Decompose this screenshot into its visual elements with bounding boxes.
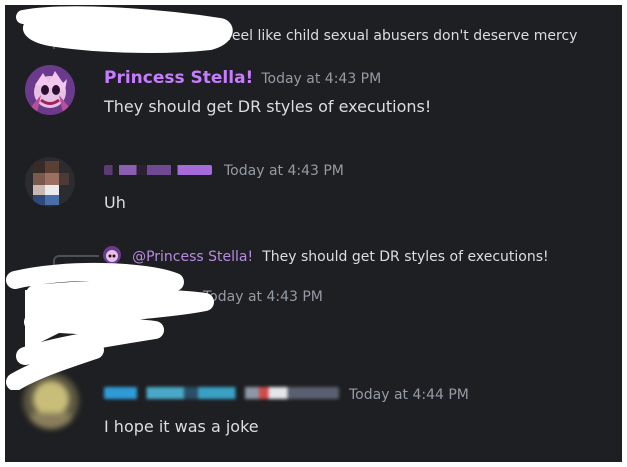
- avatar[interactable]: [25, 65, 75, 115]
- timestamp[interactable]: Today at 4:43 PM: [261, 71, 381, 87]
- pixelated-avatar-icon: [25, 157, 75, 207]
- redaction-scribble-middle: [6, 262, 214, 390]
- reply-reference-text: They should get DR styles of executions!: [262, 249, 549, 265]
- avatar[interactable]: [25, 157, 75, 207]
- chat-frame: feel like child sexual abusers don't des…: [5, 5, 622, 462]
- reply-reference[interactable]: feel like child sexual abusers don't des…: [227, 28, 622, 44]
- timestamp[interactable]: Today at 4:43 PM: [224, 163, 344, 179]
- redacted-author-name[interactable]: [104, 165, 212, 175]
- reply-reference-text: feel like child sexual abusers don't des…: [227, 28, 578, 44]
- message-header: Today at 4:43 PM: [203, 289, 323, 305]
- redaction-scribble-top: [16, 6, 233, 53]
- author-name[interactable]: Princess Stella!: [104, 68, 253, 88]
- timestamp[interactable]: Today at 4:43 PM: [203, 289, 323, 305]
- message-content: Uh: [104, 193, 126, 212]
- princess-avatar-icon: [25, 65, 75, 115]
- message-header: Today at 4:43 PM: [104, 163, 344, 179]
- message-content: I hope it was a joke: [104, 417, 259, 436]
- timestamp[interactable]: Today at 4:44 PM: [349, 387, 469, 403]
- message-content: They should get DR styles of executions!: [104, 97, 432, 116]
- message-header: Princess Stella! Today at 4:43 PM: [104, 68, 381, 88]
